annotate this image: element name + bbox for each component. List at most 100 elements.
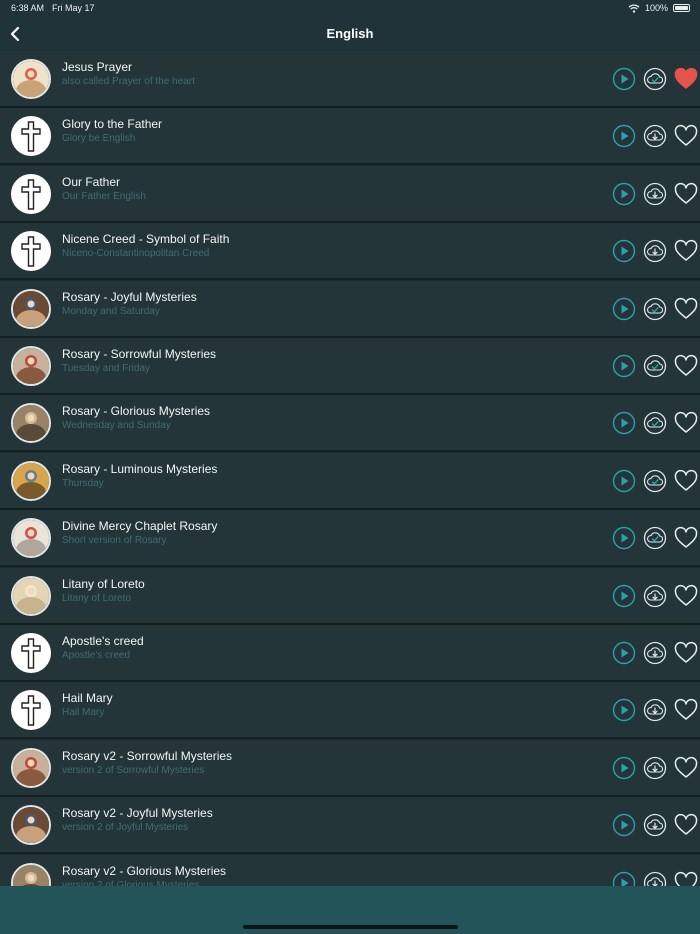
downloaded-button[interactable] — [643, 526, 667, 550]
play-button[interactable] — [612, 411, 636, 435]
play-button[interactable] — [612, 67, 636, 91]
play-button[interactable] — [612, 641, 636, 665]
download-button[interactable] — [643, 584, 667, 608]
favorite-button[interactable] — [673, 238, 699, 264]
favorite-button[interactable] — [673, 410, 699, 436]
page-title: English — [326, 26, 374, 41]
play-icon — [612, 239, 636, 263]
play-button[interactable] — [612, 354, 636, 378]
play-icon — [612, 412, 636, 435]
prayer-thumbnail — [11, 518, 51, 559]
joyful-image — [13, 807, 49, 844]
heart-icon — [674, 469, 698, 491]
cross-icon — [13, 692, 49, 729]
play-button[interactable] — [612, 756, 636, 780]
cloud-download-icon — [643, 756, 667, 779]
favorite-button[interactable] — [673, 123, 699, 149]
heart-icon — [674, 125, 698, 147]
prayer-row[interactable]: Rosary v2 - Joyful Mysteries version 2 of… — [0, 797, 700, 855]
play-button[interactable] — [612, 182, 636, 206]
prayer-row[interactable]: Rosary - Sorrowful Mysteries Tuesday and … — [0, 338, 700, 395]
play-button[interactable] — [612, 813, 636, 837]
downloaded-button[interactable] — [643, 297, 667, 321]
downloaded-button[interactable] — [643, 67, 667, 91]
prayer-row[interactable]: Rosary - Luminous Mysteries Thursday — [0, 452, 700, 510]
cloud-check-icon — [643, 67, 667, 91]
prayer-row[interactable]: Divine Mercy Chaplet Rosary Short version… — [0, 510, 700, 568]
downloaded-button[interactable] — [643, 469, 667, 493]
play-button[interactable] — [612, 871, 636, 886]
play-button[interactable] — [612, 297, 636, 321]
heart-icon — [674, 240, 698, 261]
prayer-row[interactable]: Litany of Loreto Litany of Loreto — [0, 567, 700, 625]
cloud-download-icon — [643, 240, 667, 263]
prayer-row[interactable]: Rosary v2 - Sorrowful Mysteries version 2… — [0, 739, 700, 797]
prayer-row[interactable]: Our Father Our Father English — [0, 165, 700, 223]
sorrowful-image — [13, 348, 49, 384]
heart-icon — [674, 584, 698, 606]
favorite-button[interactable] — [673, 353, 699, 379]
favorite-button[interactable] — [673, 870, 699, 886]
favorite-button[interactable] — [673, 697, 699, 723]
download-button[interactable] — [643, 756, 667, 780]
download-button[interactable] — [643, 641, 667, 665]
prayer-subtitle: Tuesday and Friday — [62, 363, 151, 374]
favorite-button[interactable] — [673, 812, 699, 838]
mercy-image — [13, 520, 49, 557]
download-button[interactable] — [643, 182, 667, 206]
downloaded-button[interactable] — [643, 354, 667, 378]
joyful-image — [13, 290, 49, 327]
play-icon — [612, 584, 636, 607]
favorite-button[interactable] — [673, 583, 699, 609]
prayer-row[interactable]: Nicene Creed - Symbol of Faith Niceno-Con… — [0, 223, 700, 281]
play-button[interactable] — [612, 698, 636, 722]
favorite-button[interactable] — [673, 640, 699, 666]
wifi-icon — [628, 3, 640, 13]
status-bar: 6:38 AM Fri May 17 100% — [0, 0, 700, 17]
prayer-row[interactable]: Rosary v2 - Glorious Mysteries version 2 … — [0, 854, 700, 886]
cloud-check-icon — [643, 412, 667, 435]
play-button[interactable] — [612, 526, 636, 550]
heart-icon — [674, 641, 698, 663]
prayer-list[interactable]: Jesus Prayer also called Prayer of the he… — [0, 51, 700, 886]
play-button[interactable] — [612, 469, 636, 493]
play-button[interactable] — [612, 239, 636, 263]
prayer-subtitle: Thursday — [62, 477, 104, 489]
favorite-button[interactable] — [673, 525, 699, 551]
heart-icon — [674, 871, 698, 886]
play-icon — [612, 67, 636, 91]
play-button[interactable] — [612, 124, 636, 148]
loreto-image — [13, 577, 49, 614]
heart-icon — [674, 354, 698, 376]
heart-icon — [674, 814, 698, 835]
download-button[interactable] — [643, 871, 667, 886]
prayer-row[interactable]: Rosary - Glorious Mysteries Wednesday and… — [0, 395, 700, 453]
download-button[interactable] — [643, 813, 667, 837]
prayer-subtitle: Litany of Loreto — [62, 592, 131, 604]
play-icon — [612, 182, 636, 205]
play-icon — [612, 469, 636, 492]
nav-bar: English — [0, 17, 700, 51]
favorite-button[interactable] — [673, 296, 699, 322]
favorite-button[interactable] — [673, 468, 699, 494]
prayer-row[interactable]: Glory to the Father Glory be English — [0, 108, 700, 166]
prayer-subtitle: Niceno-Constantinopolitan Creed — [62, 248, 210, 260]
downloaded-button[interactable] — [643, 411, 667, 435]
prayer-row[interactable]: Apostle's creed Apostle's creed — [0, 625, 700, 682]
battery-icon — [673, 4, 690, 12]
prayer-thumbnail — [11, 575, 51, 616]
favorite-button[interactable] — [673, 66, 699, 92]
play-button[interactable] — [612, 584, 636, 608]
status-time: 6:38 AM — [11, 3, 45, 13]
prayer-row[interactable]: Hail Mary Hail Mary — [0, 682, 700, 740]
download-button[interactable] — [643, 698, 667, 722]
favorite-button[interactable] — [673, 181, 699, 207]
download-button[interactable] — [643, 239, 667, 263]
prayer-row[interactable]: Jesus Prayer also called Prayer of the he… — [0, 51, 700, 108]
sorrowful-image — [13, 749, 49, 786]
prayer-subtitle: version 2 of Joyful Mysteries — [62, 822, 189, 834]
favorite-button[interactable] — [673, 755, 699, 781]
prayer-row[interactable]: Rosary - Joyful Mysteries Monday and Satu… — [0, 280, 700, 338]
prayer-thumbnail — [11, 862, 51, 886]
download-button[interactable] — [643, 124, 667, 148]
